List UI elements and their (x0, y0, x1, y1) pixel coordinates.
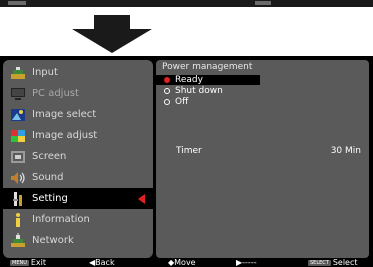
top-status-strip (0, 0, 373, 7)
selected-dot-icon (163, 76, 171, 84)
menu-item-setting[interactable]: Setting (3, 188, 153, 209)
submenu-title: Power management (162, 62, 253, 72)
radio-circle-icon (163, 87, 171, 95)
pc-adjust-icon (9, 86, 26, 102)
option-label: Shut down (175, 86, 223, 96)
image-select-icon (9, 107, 26, 123)
image-adjust-icon (9, 128, 26, 144)
menu-item-label: PC adjust (32, 88, 79, 99)
move-label: ◆Move (168, 258, 196, 267)
select-label: Select (332, 258, 358, 267)
input-icon (9, 65, 26, 81)
down-arrow-icon (72, 15, 152, 53)
menu-key: MENU (10, 259, 29, 266)
menu-item-label: Image select (32, 109, 97, 120)
power-management-panel: Power management Ready Shut down Off Tim… (156, 60, 369, 258)
option-ready[interactable]: Ready (156, 75, 260, 85)
menu-item-pc-adjust[interactable]: PC adjust (3, 83, 153, 104)
menu-item-label: Setting (32, 193, 68, 204)
screen-icon (9, 149, 26, 165)
menu-item-network[interactable]: Network (3, 230, 153, 251)
menu-item-information[interactable]: Information (3, 209, 153, 230)
exit-label: Exit (30, 258, 47, 267)
select-hint: SELECT Select (308, 259, 358, 267)
radio-circle-icon (163, 98, 171, 106)
menu-item-sound[interactable]: Sound (3, 167, 153, 188)
status-bar: MENU Exit ◀Back ◆Move ▶----- SELECT Select (0, 259, 373, 267)
menu-item-label: Screen (32, 151, 67, 162)
option-off[interactable]: Off (156, 97, 369, 107)
option-label: Off (175, 97, 189, 107)
selection-pointer-icon (138, 193, 145, 204)
back-label: ◀Back (89, 258, 115, 267)
main-menu: Input PC adjust Image select Image adjus… (3, 60, 153, 258)
information-icon (9, 212, 26, 228)
menu-item-label: Network (32, 235, 74, 246)
menu-item-image-select[interactable]: Image select (3, 104, 153, 125)
exit-hint: MENU Exit (10, 259, 46, 267)
timer-label: Timer (176, 146, 202, 156)
menu-item-label: Image adjust (32, 130, 98, 141)
next-label: ▶----- (236, 258, 257, 267)
network-icon (9, 232, 26, 249)
menu-item-image-adjust[interactable]: Image adjust (3, 125, 153, 146)
menu-item-label: Input (32, 67, 58, 78)
timer-value[interactable]: 30 Min (331, 146, 361, 156)
sound-icon (9, 170, 26, 186)
menu-item-screen[interactable]: Screen (3, 146, 153, 167)
select-key: SELECT (308, 259, 331, 266)
menu-item-label: Information (32, 214, 90, 225)
menu-item-label: Sound (32, 172, 64, 183)
option-shut-down[interactable]: Shut down (156, 86, 369, 96)
menu-item-input[interactable]: Input (3, 62, 153, 83)
setting-icon (9, 191, 26, 207)
option-label: Ready (175, 75, 203, 85)
